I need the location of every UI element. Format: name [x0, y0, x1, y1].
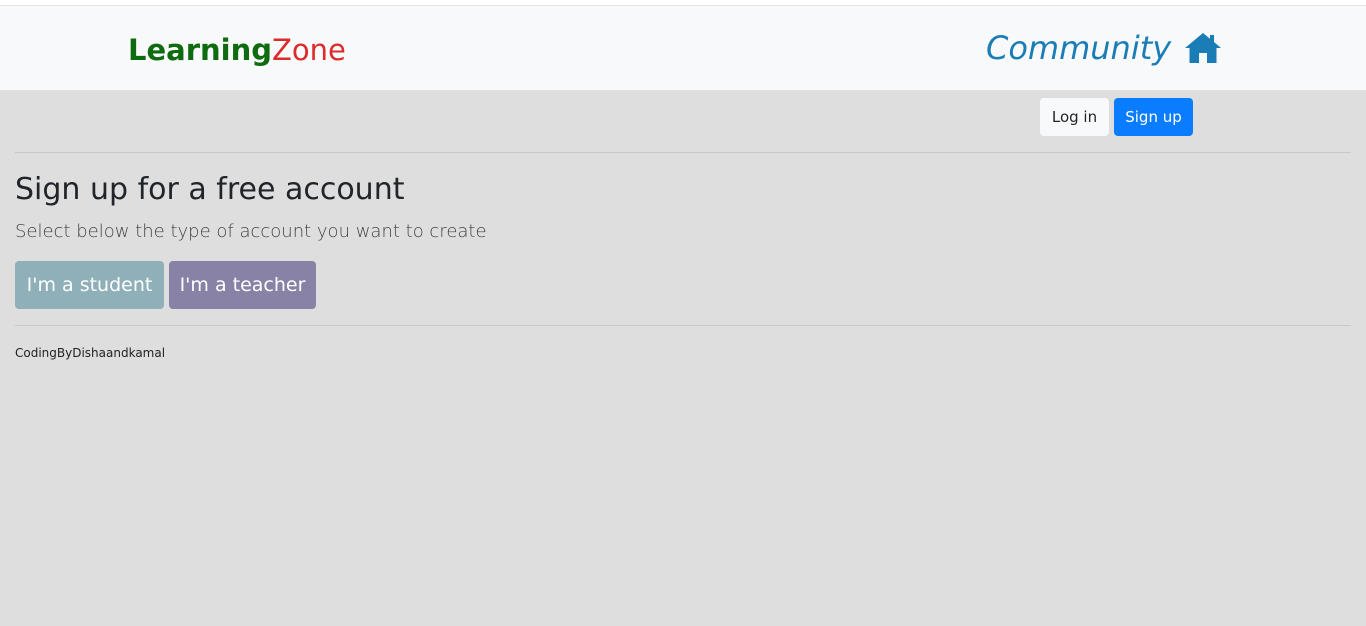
navbar: LearningZone Community — [0, 6, 1366, 90]
footer-credit: CodingByDishaandkamal — [15, 346, 166, 360]
divider — [15, 152, 1351, 153]
brand-logo[interactable]: LearningZone — [128, 33, 346, 67]
community-link[interactable]: Community — [986, 28, 1171, 68]
brand-learning: Learning — [128, 33, 273, 67]
home-icon[interactable] — [1184, 32, 1222, 64]
page-title: Sign up for a free account — [15, 172, 405, 207]
login-button[interactable]: Log in — [1040, 98, 1109, 136]
divider — [15, 325, 1351, 326]
teacher-signup-button[interactable]: I'm a teacher — [169, 261, 316, 309]
page-subtitle: Select below the type of account you wan… — [15, 221, 487, 242]
signup-button[interactable]: Sign up — [1114, 98, 1193, 136]
student-signup-button[interactable]: I'm a student — [15, 261, 164, 309]
brand-zone: Zone — [272, 33, 346, 67]
